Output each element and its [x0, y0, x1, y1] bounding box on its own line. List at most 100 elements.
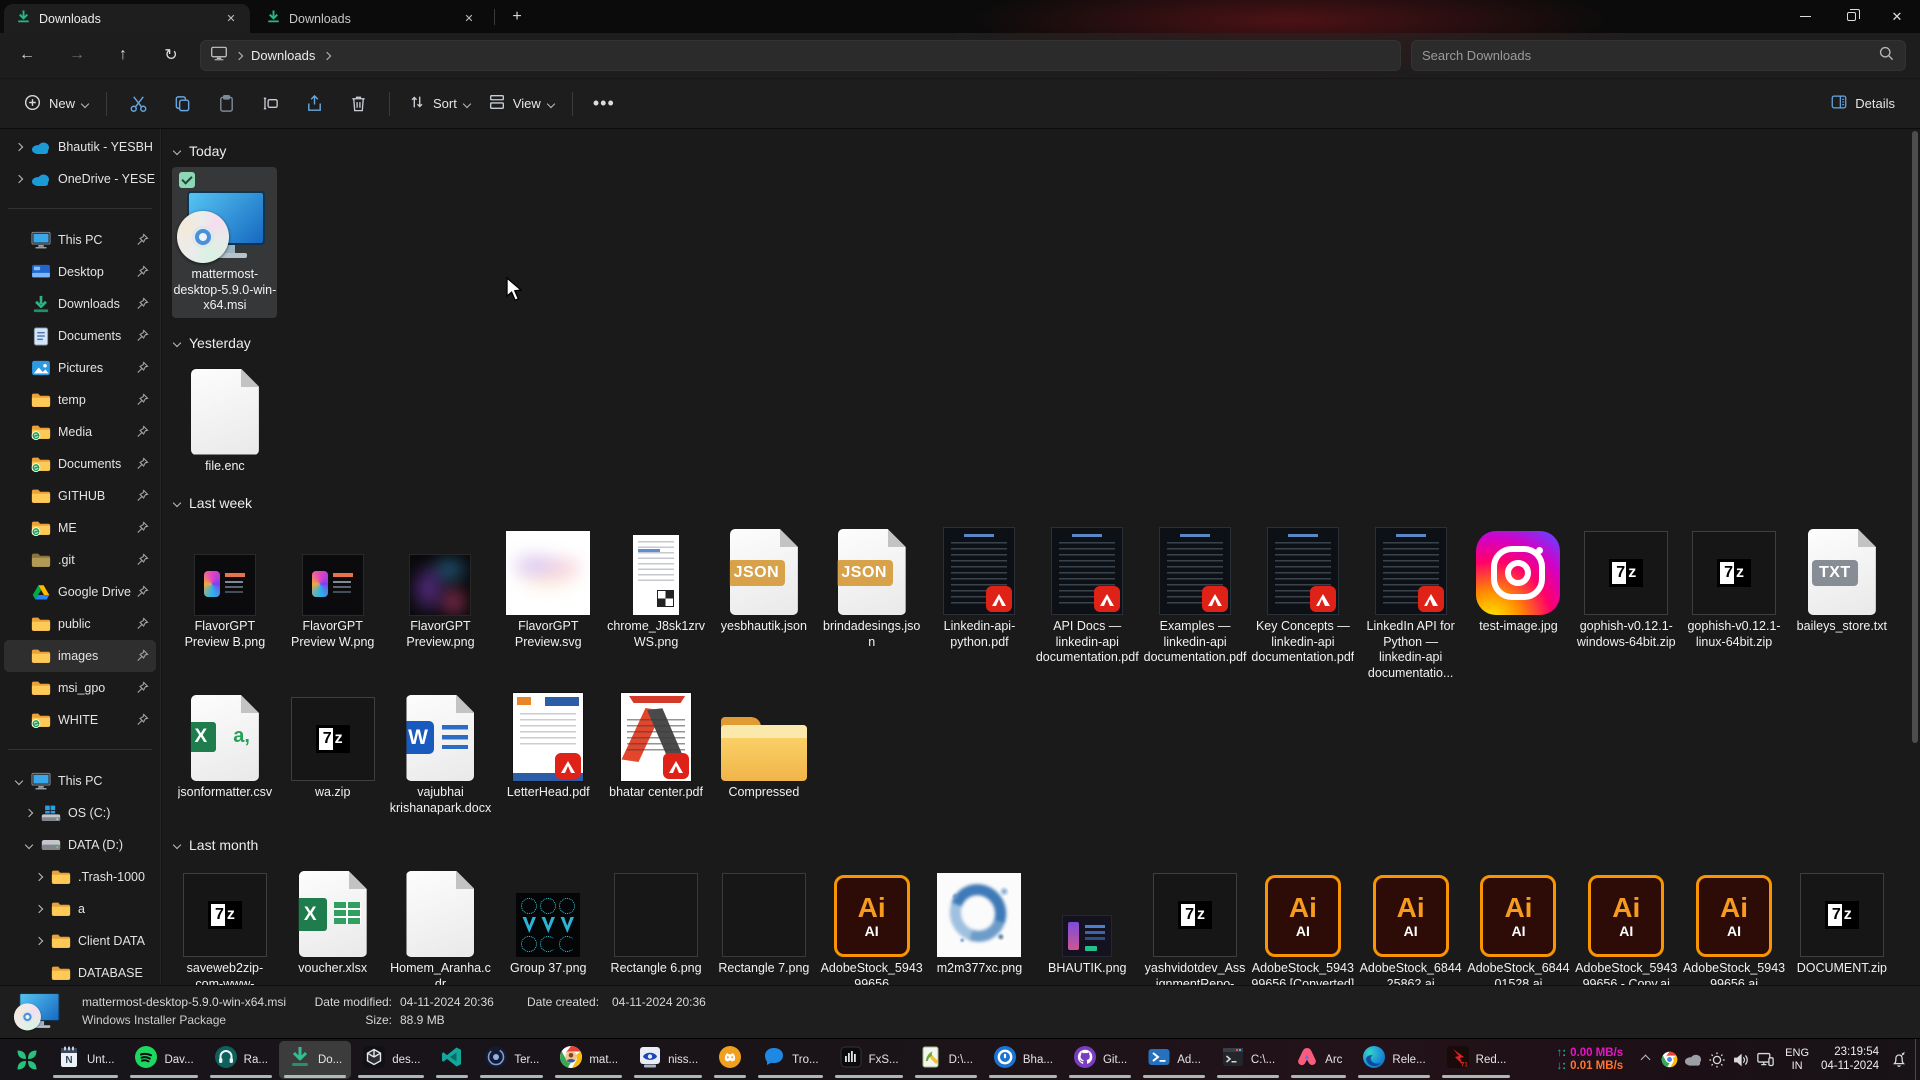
tab-close-icon[interactable]: ✕ [460, 10, 478, 28]
file-tile[interactable]: FlavorGPT Preview.png [388, 519, 493, 654]
sidebar-item-msi-gpo[interactable]: msi_gpo [4, 672, 156, 704]
taskbar-app-telegram[interactable]: Tro... [753, 1041, 827, 1079]
sidebar-item-this-pc[interactable]: This PC [4, 765, 156, 797]
chevron-right-icon[interactable] [35, 937, 43, 945]
sidebar-item-this-pc[interactable]: This PC [4, 224, 156, 256]
file-tile[interactable]: Rectangle 6.png [604, 861, 709, 981]
taskbar-app-notepadpp[interactable]: D:\... [910, 1041, 982, 1079]
file-tile[interactable]: 7zgophish-v0.12.1-windows-64bit.zip [1574, 519, 1679, 654]
taskbar-app-github[interactable]: Git... [1064, 1041, 1136, 1079]
clock[interactable]: 23:19:5404-11-2024 [1817, 1046, 1887, 1073]
file-tile[interactable]: API Docs — linkedin-api documentation.pd… [1035, 519, 1140, 670]
file-tile[interactable]: Xvoucher.xlsx [280, 861, 385, 981]
new-tab-button[interactable]: + [504, 6, 530, 28]
file-tile[interactable]: Homem_Aranha.cdr [388, 861, 493, 985]
taskbar-app-headphones[interactable]: Ra... [205, 1041, 277, 1079]
rename-button[interactable] [248, 87, 292, 121]
taskbar-app-cube[interactable]: des... [353, 1041, 429, 1079]
back-button[interactable]: ← [12, 40, 42, 70]
taskbar-app-niss[interactable]: niss... [629, 1041, 707, 1079]
file-tile[interactable]: FlavorGPT Preview W.png [280, 519, 385, 654]
sidebar-item-temp[interactable]: temp [4, 384, 156, 416]
file-tile[interactable]: m2m377xc.png [927, 861, 1032, 981]
file-tile[interactable]: FlavorGPT Preview B.png [172, 519, 277, 654]
sidebar-item-database[interactable]: DATABASE [4, 957, 156, 985]
group-header-last-week[interactable]: Last week [171, 491, 1920, 515]
search-input[interactable]: Search Downloads [1411, 40, 1906, 71]
notification-bell-icon[interactable] [1887, 1041, 1911, 1079]
tab-downloads-inactive[interactable]: Downloads ✕ [254, 4, 488, 33]
taskbar-app-arc[interactable]: Arc [1286, 1041, 1351, 1079]
file-tile[interactable]: AiAIAdobeStock_684401528.ai [1466, 861, 1571, 985]
view-button[interactable]: View [479, 87, 563, 121]
file-tile[interactable]: BHAUTIK.png [1035, 861, 1140, 981]
sidebar-item--git[interactable]: .git [4, 544, 156, 576]
sidebar-item-data-d-[interactable]: DATA (D:) [4, 829, 156, 861]
chevron-down-icon[interactable] [25, 841, 33, 849]
file-tile[interactable]: AiAIAdobeStock_594399656 [Converted].ai [819, 861, 924, 985]
sidebar-item-client-data[interactable]: Client DATA [4, 925, 156, 957]
tray-device-icon[interactable] [1753, 1041, 1777, 1079]
sidebar-item-github[interactable]: GITHUB [4, 480, 156, 512]
file-tile[interactable]: AiAIAdobeStock_594399656.ai [1682, 861, 1787, 985]
taskbar-app-vscode[interactable] [431, 1041, 473, 1079]
file-tile[interactable]: Group 37.png [496, 861, 601, 981]
file-tile[interactable]: Rectangle 7.png [711, 861, 816, 981]
taskbar-app-fxsound[interactable]: FxS... [830, 1041, 908, 1079]
tray-chrome-icon[interactable] [1657, 1041, 1681, 1079]
taskbar-app-edge[interactable]: Rele... [1353, 1041, 1434, 1079]
share-button[interactable] [292, 87, 336, 121]
taskbar-app-terminal[interactable]: Ter... [475, 1041, 548, 1079]
file-tile[interactable]: mattermost-desktop-5.9.0-win-x64.msi [172, 167, 277, 318]
network-speed-widget[interactable]: ↑:0.00 MB/s ↓:0.01 MB/s [1557, 1047, 1634, 1072]
taskbar-app-explorer[interactable]: Do... [279, 1041, 351, 1079]
taskbar-app-chrome[interactable]: mat... [550, 1041, 627, 1079]
show-desktop-button[interactable] [1915, 1039, 1920, 1080]
file-tile[interactable]: TXTbaileys_store.txt [1789, 519, 1894, 639]
file-tile[interactable]: Wvajubhai krishanapark.docx [388, 685, 493, 820]
chevron-right-icon[interactable] [15, 175, 23, 183]
minimize-button[interactable] [1782, 0, 1828, 33]
forward-button[interactable]: → [62, 40, 92, 70]
restore-button[interactable] [1828, 0, 1874, 33]
sidebar-item--trash-1000[interactable]: .Trash-1000 [4, 861, 156, 893]
taskbar-app-powershell[interactable]: Ad... [1138, 1041, 1210, 1079]
file-tile[interactable]: LetterHead.pdf [496, 685, 601, 805]
new-button[interactable]: New [14, 87, 97, 121]
sidebar-item-pictures[interactable]: Pictures [4, 352, 156, 384]
file-tile[interactable]: 7zDOCUMENT.zip [1789, 861, 1894, 981]
file-tile[interactable]: 7zsaveweb2zip-com-www-harness-io.zip [172, 861, 277, 985]
file-tile[interactable]: FlavorGPT Preview.svg [496, 519, 601, 654]
taskbar-app-onepassword[interactable]: Bha... [984, 1041, 1062, 1079]
selection-checkbox[interactable] [179, 172, 195, 188]
file-tile[interactable]: 7zgophish-v0.12.1-linux-64bit.zip [1682, 519, 1787, 654]
file-tile[interactable]: chrome_J8sk1zrvWS.png [604, 519, 709, 654]
group-header-yesterday[interactable]: Yesterday [171, 331, 1920, 355]
tray-brightness-icon[interactable] [1705, 1041, 1729, 1079]
close-button[interactable]: ✕ [1874, 0, 1920, 33]
group-header-today[interactable]: Today [171, 139, 1920, 163]
file-tile[interactable]: Compressed [711, 685, 816, 805]
sidebar-item-desktop[interactable]: Desktop [4, 256, 156, 288]
breadcrumb[interactable]: Downloads [251, 48, 315, 63]
file-tile[interactable]: JSONyesbhautik.json [711, 519, 816, 639]
file-tile[interactable]: AiAIAdobeStock_594399656 [Converted] cop… [1250, 861, 1355, 985]
tab-close-icon[interactable]: ✕ [222, 10, 240, 28]
chevron-right-icon[interactable] [35, 905, 43, 913]
file-tile[interactable]: test-image.jpg [1466, 519, 1571, 639]
sidebar-item-public[interactable]: public [4, 608, 156, 640]
file-tile[interactable]: Key Concepts — linkedin-api documentatio… [1250, 519, 1355, 670]
file-tile[interactable]: Examples — linkedin-api documentation.pd… [1143, 519, 1248, 670]
chevron-right-icon[interactable] [15, 143, 23, 151]
group-header-last-month[interactable]: Last month [171, 833, 1920, 857]
language-indicator[interactable]: ENGIN [1777, 1047, 1817, 1073]
sidebar-item-os-c-[interactable]: OS (C:) [4, 797, 156, 829]
refresh-button[interactable]: ↻ [156, 40, 186, 70]
sidebar-item-downloads[interactable]: Downloads [4, 288, 156, 320]
tray-expand-button[interactable] [1633, 1041, 1657, 1079]
sidebar-item-documents[interactable]: Documents [4, 320, 156, 352]
up-button[interactable]: ↑ [108, 40, 138, 70]
taskbar-app-discord[interactable] [709, 1041, 751, 1079]
sidebar-item-documents[interactable]: Documents [4, 448, 156, 480]
paste-button[interactable] [204, 87, 248, 121]
